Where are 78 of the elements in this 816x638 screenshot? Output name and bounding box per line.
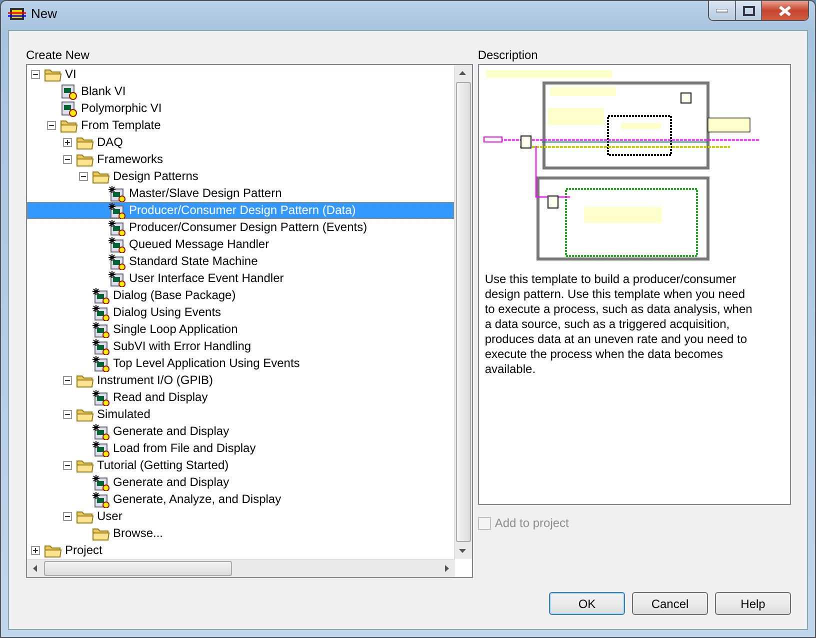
close-icon	[778, 6, 792, 16]
app-icon	[8, 7, 26, 21]
template-file-icon	[92, 492, 110, 508]
folder-icon	[76, 374, 94, 388]
scroll-left-icon[interactable]	[33, 564, 37, 572]
section-label: Description	[478, 47, 539, 64]
folder-icon	[60, 118, 78, 132]
tree-item[interactable]: Generate, Analyze, and Display	[27, 491, 454, 508]
folder-icon	[44, 68, 62, 82]
template-file-icon	[92, 440, 110, 456]
tree-item[interactable]: Generate and Display	[27, 423, 454, 440]
tree-item[interactable]: Simulated	[27, 406, 454, 423]
tree-item[interactable]: Load from File and Display	[27, 440, 454, 457]
tree-item[interactable]: User Interface Event Handler	[27, 270, 454, 287]
folder-icon	[76, 136, 94, 150]
template-file-icon	[92, 474, 110, 490]
template-file-icon	[92, 288, 110, 304]
folder-icon	[76, 510, 94, 524]
tree-item[interactable]: Blank VI	[27, 83, 454, 100]
tree-item[interactable]: Master/Slave Design Pattern	[27, 185, 454, 202]
template-file-icon	[92, 304, 110, 320]
tree-item[interactable]: Dialog Using Events	[27, 304, 454, 321]
dialog-button[interactable]: Help	[715, 592, 791, 615]
tree-item[interactable]: User	[27, 508, 454, 525]
scroll-right-icon[interactable]	[444, 564, 449, 572]
scroll-down-icon[interactable]	[459, 549, 466, 553]
tree-item[interactable]: Instrument I/O (GPIB)	[27, 372, 454, 389]
folder-icon	[76, 458, 94, 472]
scroll-up-icon[interactable]	[459, 71, 466, 75]
vertical-scrollbar[interactable]	[454, 65, 472, 559]
template-file-icon	[108, 270, 126, 286]
template-file-icon	[108, 254, 126, 270]
template-file-icon	[92, 356, 110, 372]
window-title: New	[31, 6, 58, 21]
tree-item[interactable]: Queued Message Handler	[27, 236, 454, 253]
tree-item[interactable]: Design Patterns	[27, 168, 454, 185]
folder-icon	[76, 408, 94, 422]
tree-item[interactable]: SubVI with Error Handling	[27, 338, 454, 355]
tree-item[interactable]: From Template	[27, 117, 454, 134]
template-file-icon	[108, 236, 126, 252]
template-file-icon	[108, 186, 126, 202]
horizontal-scrollbar[interactable]	[27, 559, 455, 577]
tree-item[interactable]: Browse...	[27, 525, 454, 542]
minimize-icon	[716, 8, 728, 12]
tree-item[interactable]: VI	[27, 66, 454, 83]
template-file-icon	[92, 424, 110, 440]
template-file-icon	[92, 390, 110, 406]
tree-item[interactable]: Dialog (Base Package)	[27, 287, 454, 304]
tree-item[interactable]: Standard State Machine	[27, 253, 454, 270]
tree-item[interactable]: Polymorphic VI	[27, 100, 454, 117]
tree-item[interactable]: Single Loop Application	[27, 321, 454, 338]
folder-icon	[44, 544, 62, 558]
dialog-button[interactable]: OK	[549, 592, 625, 615]
description-text: Use this template to build a producer/consumer design pattern. Use this template when you need to execute a process, such as data analysis, when a data source, such as a triggered acquisition, produces data at an uneven rate and you need to execute the process when the data becomes available.	[484, 271, 754, 377]
dialog-button[interactable]: Cancel	[632, 592, 708, 615]
tree-item[interactable]: Generate and Display	[27, 474, 454, 491]
vi-file-icon	[60, 100, 78, 116]
close-button[interactable]	[762, 1, 808, 20]
minimize-button[interactable]	[709, 1, 736, 20]
tree-item[interactable]: Producer/Consumer Design Pattern (Events)	[27, 219, 454, 236]
tree-item[interactable]: Frameworks	[27, 151, 454, 168]
section-label: Create New	[26, 47, 90, 64]
template-file-icon	[92, 322, 110, 338]
template-file-icon	[108, 220, 126, 236]
checkbox-label: Add to project	[494, 516, 569, 530]
folder-icon	[92, 170, 110, 184]
template-file-icon	[92, 338, 110, 354]
template-file-icon	[108, 202, 126, 218]
folder-icon	[76, 152, 94, 166]
tree-item[interactable]: Project	[27, 542, 454, 559]
tree-item[interactable]: Top Level Application Using Events	[27, 355, 454, 372]
vi-file-icon	[60, 84, 78, 100]
maximize-icon	[742, 6, 754, 16]
tree-item[interactable]: DAQ	[27, 134, 454, 151]
maximize-button[interactable]	[736, 1, 762, 20]
folder-icon	[92, 526, 110, 540]
tree-item[interactable]: Read and Display	[27, 389, 454, 406]
tree-item[interactable]: Tutorial (Getting Started)	[27, 457, 454, 474]
